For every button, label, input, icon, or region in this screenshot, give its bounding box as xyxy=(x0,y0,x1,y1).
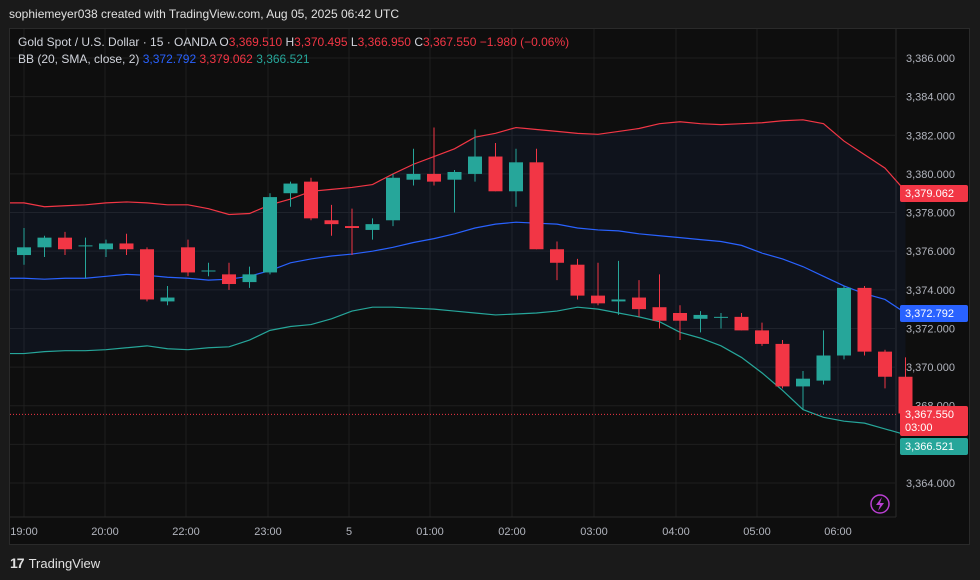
low-value: 3,366.950 xyxy=(357,35,411,49)
attribution-header: sophiemeyer038 created with TradingView.… xyxy=(0,0,980,28)
bb-lower-value: 3,366.521 xyxy=(256,52,310,66)
close-value: 3,367.550 xyxy=(423,35,477,49)
attribution-text: sophiemeyer038 created with TradingView.… xyxy=(9,7,400,21)
high-label: H xyxy=(285,35,295,49)
tradingview-brand: TradingView xyxy=(28,555,101,571)
indicator-legend-row: BB (20, SMA, close, 2) 3,372.792 3,379.0… xyxy=(18,51,569,68)
bb-upper-value: 3,379.062 xyxy=(199,52,253,66)
bb-indicator-label[interactable]: BB (20, SMA, close, 2) xyxy=(18,52,139,66)
chart-panel[interactable] xyxy=(9,28,970,545)
open-value: 3,369.510 xyxy=(228,35,283,49)
bb-basis-value: 3,372.792 xyxy=(142,52,197,66)
high-value: 3,370.495 xyxy=(294,35,348,49)
footer: 17 TradingView xyxy=(0,545,980,580)
change-value: −1.980 (−0.06%) xyxy=(479,35,570,49)
open-label: O xyxy=(219,35,229,49)
low-label: L xyxy=(350,35,358,49)
symbol-legend-row: Gold Spot / U.S. Dollar · 15 · OANDA O3,… xyxy=(18,34,569,51)
close-label: C xyxy=(414,35,423,49)
tradingview-logo[interactable]: 17 TradingView xyxy=(10,555,100,571)
tradingview-logo-icon: 17 xyxy=(10,555,25,571)
chart-legend: Gold Spot / U.S. Dollar · 15 · OANDA O3,… xyxy=(18,34,569,68)
symbol-name[interactable]: Gold Spot / U.S. Dollar · 15 · OANDA xyxy=(18,35,216,49)
